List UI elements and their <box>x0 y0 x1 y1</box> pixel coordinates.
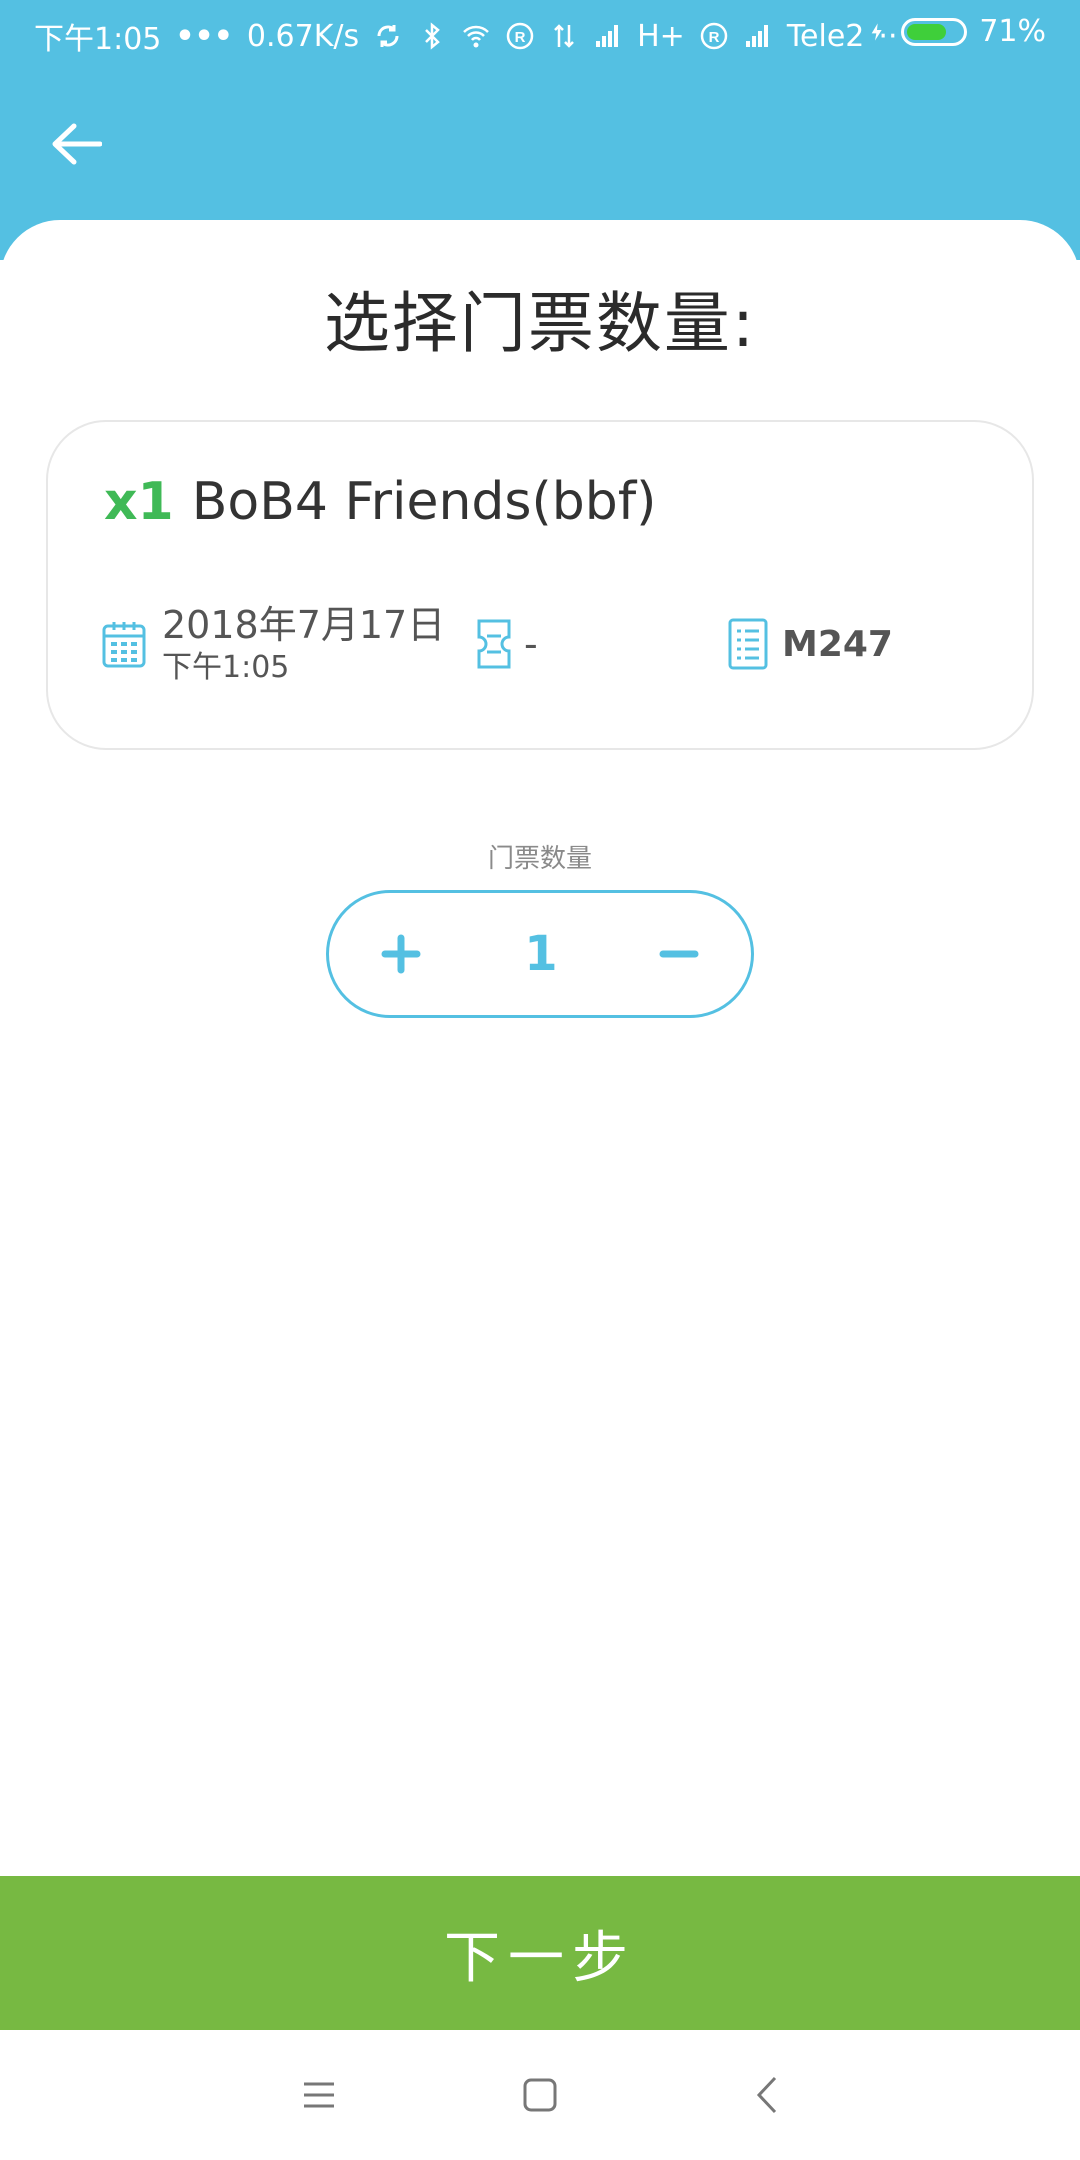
arrow-left-icon <box>52 123 102 165</box>
quantity-value: 1 <box>524 926 558 982</box>
menu-icon <box>304 2082 334 2108</box>
ticket-name: BoB4 Friends(bbf) <box>191 472 657 532</box>
status-dots: ••• <box>175 18 233 54</box>
roaming-icon: R <box>506 22 534 50</box>
page-title: 选择门票数量: <box>323 285 757 362</box>
quantity-stepper: 1 <box>326 890 754 1018</box>
network-type: H+ <box>637 18 685 54</box>
ticket-time: 下午1:05 <box>162 650 290 685</box>
square-icon <box>523 2078 557 2112</box>
ticket-seat-value: - <box>524 622 538 666</box>
quantity-label: 门票数量 <box>487 844 592 874</box>
status-speed: 0.67K/s <box>246 18 360 54</box>
signal-icon <box>745 25 768 47</box>
ticket-title: x1 BoB4 Friends(bbf) <box>104 472 656 532</box>
status-bar: 下午1:05 ••• 0.67K/s R H+ R Tele2 ·· 71% <box>0 0 1080 66</box>
next-button[interactable]: 下一步 <box>0 1876 1080 2030</box>
status-time: 下午1:05 <box>34 22 162 57</box>
roaming-icon: R <box>700 22 728 50</box>
sync-icon <box>377 25 399 47</box>
status-right: 71% <box>869 14 1046 49</box>
data-transfer-icon <box>554 24 575 48</box>
battery-level <box>907 23 946 40</box>
charging-icon <box>871 22 882 41</box>
signal-icon <box>596 25 619 47</box>
carrier-name: Tele2 <box>786 18 865 54</box>
ticket-datetime: 2018年7月17日 下午1:05 <box>162 602 445 688</box>
status-left: 下午1:05 ••• 0.67K/s R H+ R Tele2 ·· <box>34 14 897 58</box>
ticket-icon <box>477 619 511 669</box>
bluetooth-icon <box>425 22 440 50</box>
wifi-icon <box>463 25 490 48</box>
battery-icon <box>901 17 968 46</box>
screen: 下午1:05 ••• 0.67K/s R H+ R Tele2 ·· 71% 选… <box>0 0 1080 2160</box>
svg-text:R: R <box>515 29 526 46</box>
system-back-button[interactable] <box>732 2060 802 2130</box>
recent-apps-button[interactable] <box>284 2060 354 2130</box>
ticket-card: x1 BoB4 Friends(bbf) 2018年7月17日 下午1:05 - <box>46 420 1034 750</box>
plus-icon <box>381 934 421 974</box>
ticket-date: 2018年7月17日 <box>162 603 446 647</box>
increment-button[interactable] <box>351 893 451 1015</box>
home-button[interactable] <box>505 2060 575 2130</box>
system-nav-bar <box>0 2030 1080 2160</box>
decrement-button[interactable] <box>629 893 729 1015</box>
chevron-left-icon <box>756 2076 777 2114</box>
minus-icon <box>659 950 699 958</box>
battery-percent: 71% <box>979 14 1046 49</box>
ticket-quantity: x1 <box>104 472 174 532</box>
calendar-icon <box>102 622 146 668</box>
back-button[interactable] <box>44 112 108 176</box>
svg-text:R: R <box>708 29 719 46</box>
document-list-icon <box>728 618 768 670</box>
ticket-order-code: M247 <box>782 624 893 665</box>
